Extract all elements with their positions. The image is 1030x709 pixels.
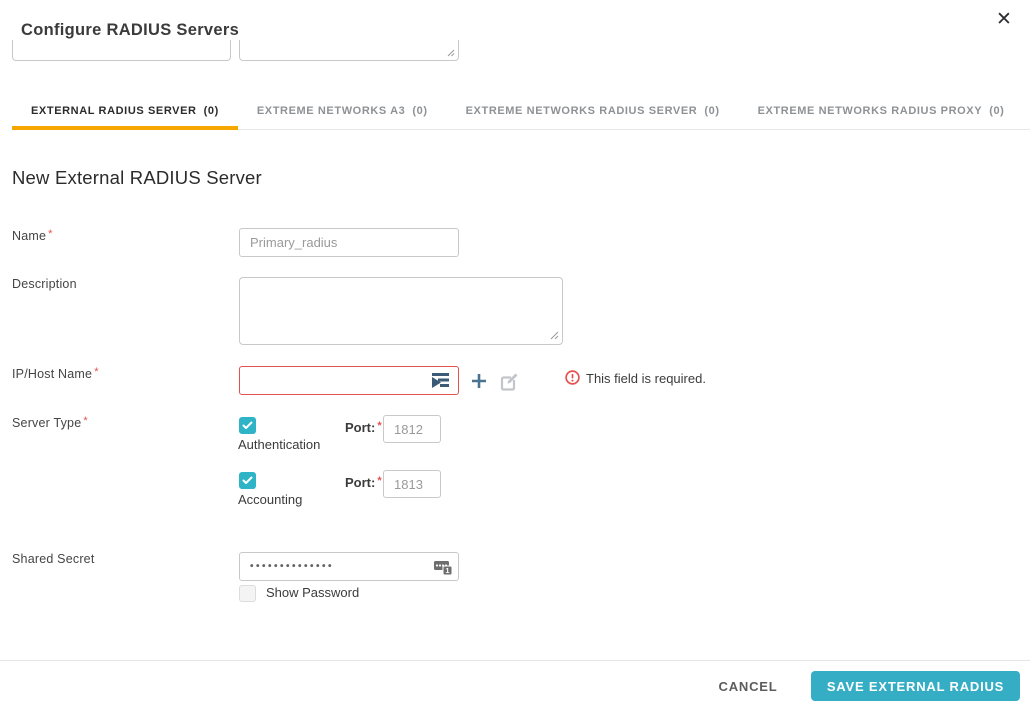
- server-type-label-text: Server Type: [12, 416, 81, 430]
- error-icon: [565, 370, 580, 385]
- tab-external-radius-server[interactable]: EXTERNAL RADIUS SERVER (0): [12, 99, 238, 130]
- ip-host-input[interactable]: [239, 366, 459, 395]
- acct-port-label: Port:*: [345, 475, 382, 490]
- shared-secret-masked-value: ••••••••••••••: [250, 554, 334, 580]
- show-password-checkbox[interactable]: [239, 585, 256, 602]
- server-type-label: Server Type*: [12, 415, 88, 430]
- resize-handle-icon[interactable]: [550, 331, 559, 340]
- accounting-checkbox[interactable]: [239, 472, 256, 489]
- tab-count: (0): [204, 105, 219, 117]
- generate-password-icon[interactable]: 1: [433, 557, 453, 577]
- required-asterisk: *: [83, 415, 87, 427]
- name-label-text: Name: [12, 229, 46, 243]
- resize-handle-icon[interactable]: [447, 49, 455, 57]
- ip-host-label-text: IP/Host Name: [12, 367, 92, 381]
- description-textarea[interactable]: [239, 277, 563, 345]
- tab-extreme-networks-radius-proxy[interactable]: EXTREME NETWORKS RADIUS PROXY (0): [739, 99, 1024, 130]
- save-external-radius-button[interactable]: SAVE EXTERNAL RADIUS: [811, 671, 1020, 701]
- name-input[interactable]: [239, 228, 459, 257]
- tab-count: (0): [989, 105, 1004, 117]
- authentication-label: Authentication: [238, 437, 320, 452]
- required-asterisk: *: [94, 366, 98, 378]
- check-icon: [242, 421, 253, 430]
- tab-label: EXTREME NETWORKS RADIUS SERVER: [466, 105, 698, 117]
- auth-port-label: Port:*: [345, 420, 382, 435]
- tab-extreme-networks-radius-server[interactable]: EXTREME NETWORKS RADIUS SERVER (0): [447, 99, 739, 130]
- name-label: Name*: [12, 228, 53, 243]
- tab-count: (0): [704, 105, 719, 117]
- ip-host-label: IP/Host Name*: [12, 366, 99, 381]
- required-asterisk: *: [48, 228, 52, 240]
- footer-divider: [0, 660, 1030, 661]
- tab-label: EXTREME NETWORKS A3: [257, 105, 406, 117]
- shared-secret-label: Shared Secret: [12, 552, 95, 566]
- description-label: Description: [12, 277, 77, 291]
- close-icon[interactable]: ✕: [996, 10, 1012, 29]
- accounting-label: Accounting: [238, 492, 302, 507]
- auth-port-label-text: Port:: [345, 420, 375, 435]
- tab-count: (0): [412, 105, 427, 117]
- tab-extreme-networks-a3[interactable]: EXTREME NETWORKS A3 (0): [238, 99, 447, 130]
- cancel-button[interactable]: CANCEL: [705, 675, 791, 697]
- clipped-input[interactable]: [12, 40, 231, 61]
- svg-text:1: 1: [445, 566, 449, 575]
- select-from-list-icon[interactable]: [431, 372, 450, 389]
- tab-bar: EXTERNAL RADIUS SERVER (0) EXTREME NETWOR…: [12, 99, 1030, 130]
- authentication-checkbox[interactable]: [239, 417, 256, 434]
- tab-label: EXTREME NETWORKS RADIUS PROXY: [758, 105, 983, 117]
- acct-port-label-text: Port:: [345, 475, 375, 490]
- dialog-title: Configure RADIUS Servers: [21, 21, 239, 40]
- required-asterisk: *: [377, 420, 381, 432]
- tab-label: EXTERNAL RADIUS SERVER: [31, 105, 197, 117]
- show-password-label: Show Password: [266, 585, 359, 600]
- edit-ip-icon[interactable]: [500, 372, 519, 391]
- add-ip-icon[interactable]: [471, 373, 487, 389]
- required-asterisk: *: [377, 475, 381, 487]
- acct-port-input[interactable]: [383, 470, 441, 498]
- ip-host-error-message: This field is required.: [586, 371, 706, 386]
- page-title: New External RADIUS Server: [12, 167, 262, 189]
- check-icon: [242, 476, 253, 485]
- auth-port-input[interactable]: [383, 415, 441, 443]
- shared-secret-input[interactable]: •••••••••••••• 1: [239, 552, 459, 581]
- clipped-textarea[interactable]: [239, 40, 459, 61]
